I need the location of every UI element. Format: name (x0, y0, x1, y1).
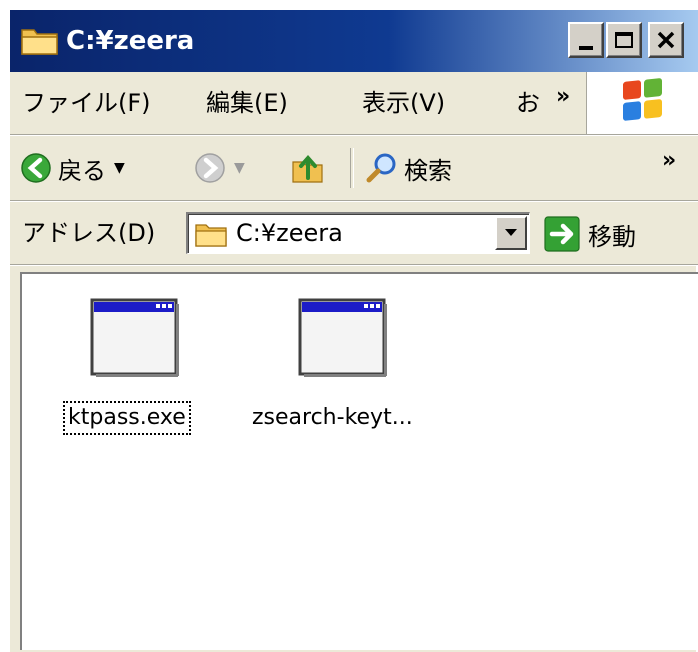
search-icon (366, 153, 396, 183)
menu-file[interactable]: ファイル(F) (22, 86, 151, 120)
folder-icon (21, 29, 58, 55)
windows-logo (586, 72, 698, 134)
go-arrow-icon (544, 216, 580, 252)
title-bar[interactable]: C:¥zeera (10, 10, 698, 72)
folder-icon (195, 224, 227, 247)
windows-flag-icon (623, 78, 662, 121)
menu-view[interactable]: 表示(V) (362, 86, 445, 120)
chevron-down-icon (505, 229, 517, 236)
menu-overflow-chevron[interactable]: » (556, 84, 570, 109)
close-button[interactable] (648, 22, 684, 58)
address-input[interactable]: C:¥zeera (186, 212, 530, 254)
forward-button[interactable]: ▼ (194, 146, 245, 190)
explorer-window: C:¥zeera ファイル(F) 編集(E) 表示(V) お » 戻る ▼ ▼ … (8, 8, 698, 652)
toolbar-separator (350, 148, 354, 188)
maximize-icon (615, 32, 633, 48)
file-name: ktpass.exe (63, 401, 191, 435)
file-view[interactable]: ktpass.exe zsearch-keyt... (20, 272, 698, 650)
application-window-icon (90, 298, 179, 377)
window-title: C:¥zeera (66, 26, 195, 56)
menu-bar: ファイル(F) 編集(E) 表示(V) お » (10, 72, 698, 134)
back-dropdown-icon[interactable]: ▼ (114, 160, 125, 176)
menu-favorites[interactable]: お (516, 86, 540, 120)
menu-edit[interactable]: 編集(E) (206, 86, 288, 120)
address-value: C:¥zeera (236, 219, 343, 247)
go-button[interactable]: 移動 (544, 214, 636, 254)
forward-arrow-icon (195, 153, 225, 183)
minimize-icon (579, 46, 593, 50)
address-label: アドレス(D) (22, 219, 156, 247)
toolbar-overflow-chevron[interactable]: » (662, 148, 676, 173)
back-arrow-icon (21, 153, 51, 183)
go-label: 移動 (588, 222, 636, 251)
maximize-button[interactable] (606, 22, 642, 58)
address-dropdown-button[interactable] (495, 216, 527, 250)
forward-dropdown-icon[interactable]: ▼ (234, 160, 245, 176)
up-folder-button[interactable] (290, 146, 326, 190)
address-bar: アドレス(D) C:¥zeera 移動 (10, 202, 698, 264)
minimize-button[interactable] (568, 22, 604, 58)
file-name: zsearch-keyt... (252, 405, 413, 430)
search-button[interactable]: 検索 (366, 146, 452, 190)
back-label: 戻る (58, 156, 106, 185)
application-window-icon (298, 298, 387, 377)
back-button[interactable]: 戻る ▼ (20, 146, 125, 190)
up-folder-icon (292, 154, 323, 183)
toolbar: 戻る ▼ ▼ 検索 » (10, 136, 698, 200)
close-icon (657, 31, 675, 49)
search-label: 検索 (404, 156, 452, 185)
address-separator-line (10, 264, 698, 266)
